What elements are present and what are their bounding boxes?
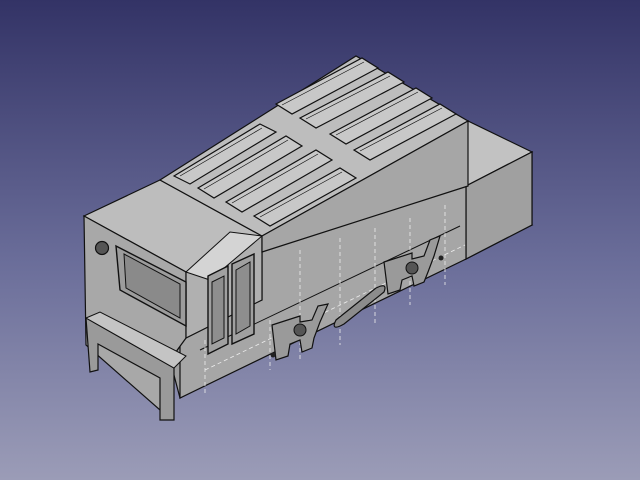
- bogie-pivot-hole-rear: [405, 261, 419, 275]
- model-drawing[interactable]: [0, 0, 640, 480]
- headlight-hole: [94, 240, 110, 256]
- bogie-pivot-hole-front: [293, 323, 307, 337]
- 3d-viewport[interactable]: [0, 0, 640, 480]
- door-window-right-inner: [235, 261, 251, 335]
- hole-small-2: [438, 255, 444, 261]
- door-window-left-inner: [211, 275, 225, 345]
- hole-small-1: [270, 352, 276, 358]
